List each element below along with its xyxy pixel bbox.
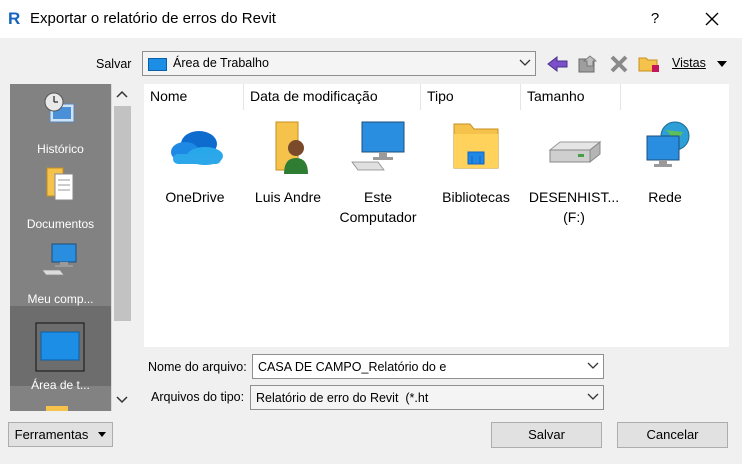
column-header-type[interactable]: Tipo bbox=[421, 84, 521, 110]
places-scrollbar[interactable] bbox=[111, 84, 132, 411]
back-button[interactable] bbox=[546, 53, 570, 75]
item-name: Rede bbox=[648, 189, 682, 205]
save-button[interactable]: Salvar bbox=[491, 422, 602, 448]
up-folder-icon bbox=[578, 55, 598, 73]
column-header-name[interactable]: Nome bbox=[144, 84, 244, 110]
place-desktop[interactable]: Área de t... bbox=[10, 306, 111, 392]
places-bar: Histórico Documentos Meu comp... Área de… bbox=[10, 84, 111, 411]
computer-icon bbox=[41, 243, 77, 276]
scroll-down-icon[interactable] bbox=[112, 389, 132, 409]
dropdown-arrow-icon bbox=[98, 432, 106, 437]
desktop-icon bbox=[148, 58, 167, 71]
file-item-libraries[interactable]: Bibliotecas bbox=[428, 118, 524, 207]
save-in-label: Salvar bbox=[96, 57, 132, 71]
place-label: Documentos bbox=[26, 217, 95, 231]
drive-icon bbox=[548, 140, 602, 164]
tools-button-label: Ferramentas bbox=[14, 427, 89, 442]
place-documents[interactable]: Documentos bbox=[10, 158, 111, 232]
new-folder-button[interactable] bbox=[637, 53, 661, 75]
item-name: Luis Andre bbox=[254, 189, 322, 205]
place-label: Meu comp... bbox=[27, 292, 94, 306]
window-title: Exportar o relatório de erros do Revit bbox=[30, 10, 276, 27]
chevron-down-icon bbox=[519, 59, 531, 66]
place-label: Histórico bbox=[37, 142, 84, 156]
save-in-value: Área de Trabalho bbox=[173, 56, 269, 70]
place-label: Área de t... bbox=[31, 378, 90, 392]
place-my-computer[interactable]: Meu comp... bbox=[10, 232, 111, 306]
chevron-down-icon[interactable] bbox=[587, 361, 599, 371]
revit-app-icon: R bbox=[8, 9, 21, 28]
folder-icon bbox=[46, 406, 68, 411]
file-name-input[interactable]: CASA DE CAMPO_Relatório do e bbox=[252, 354, 604, 379]
file-item-drive[interactable]: DESENHIST... (F:) bbox=[524, 118, 624, 227]
title-bar: R Exportar o relatório de erros do Revit… bbox=[0, 0, 742, 38]
file-item-network[interactable]: Rede bbox=[617, 118, 713, 207]
file-name-value: CASA DE CAMPO_Relatório do e bbox=[258, 360, 447, 374]
item-name: Bibliotecas bbox=[442, 189, 510, 205]
back-icon bbox=[547, 55, 568, 73]
file-item-onedrive[interactable]: OneDrive bbox=[147, 118, 243, 207]
column-header-date[interactable]: Data de modificação bbox=[244, 84, 421, 110]
delete-icon bbox=[610, 55, 628, 73]
file-list[interactable]: Nome Data de modificação Tipo Tamanho On… bbox=[144, 84, 729, 347]
file-type-value: Relatório de erro do Revit (*.ht bbox=[256, 391, 429, 405]
desktop-icon bbox=[35, 322, 85, 372]
file-type-label: Arquivos do tipo: bbox=[151, 390, 245, 404]
views-menu[interactable]: Vistas bbox=[672, 56, 706, 70]
file-item-this-pc[interactable]: Este Computador bbox=[330, 118, 426, 227]
column-header-size[interactable]: Tamanho bbox=[521, 84, 621, 110]
save-in-combo[interactable]: Área de Trabalho bbox=[142, 51, 536, 76]
chevron-down-icon bbox=[587, 393, 599, 400]
item-name: DESENHIST... (F:) bbox=[528, 189, 620, 225]
onedrive-icon bbox=[171, 131, 223, 165]
user-folder-icon bbox=[275, 121, 308, 174]
network-icon bbox=[646, 121, 690, 167]
place-history[interactable]: Histórico bbox=[10, 84, 111, 158]
item-name: Este Computador bbox=[339, 189, 417, 225]
documents-icon bbox=[46, 167, 74, 201]
scroll-thumb[interactable] bbox=[114, 106, 131, 321]
scroll-up-icon[interactable] bbox=[112, 84, 132, 104]
views-dropdown-arrow-icon[interactable] bbox=[717, 61, 727, 67]
close-button[interactable] bbox=[697, 6, 727, 32]
file-type-select[interactable]: Relatório de erro do Revit (*.ht bbox=[250, 385, 604, 410]
file-item-user-folder[interactable]: Luis Andre bbox=[240, 118, 336, 207]
libraries-icon bbox=[453, 123, 499, 169]
new-folder-icon bbox=[638, 57, 659, 72]
up-folder-button[interactable] bbox=[576, 53, 600, 75]
close-icon bbox=[705, 12, 719, 26]
delete-button[interactable] bbox=[607, 53, 631, 75]
tools-button[interactable]: Ferramentas bbox=[8, 422, 113, 447]
cancel-button[interactable]: Cancelar bbox=[617, 422, 728, 448]
history-icon bbox=[44, 92, 75, 123]
help-button[interactable]: ? bbox=[640, 6, 670, 32]
this-pc-icon bbox=[351, 121, 405, 171]
item-name: OneDrive bbox=[165, 189, 225, 205]
file-name-label: Nome do arquivo: bbox=[148, 360, 247, 374]
